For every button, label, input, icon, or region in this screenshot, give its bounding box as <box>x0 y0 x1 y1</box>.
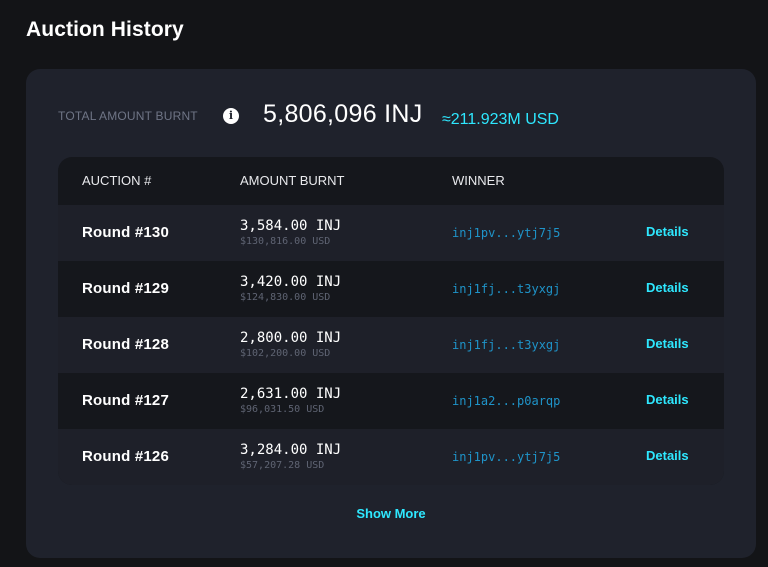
round-number: Round #130 <box>82 224 170 241</box>
round-number: Round #129 <box>82 280 170 297</box>
page-title: Auction History <box>26 18 184 41</box>
amount-usd: $124,830.00 USD <box>240 292 331 303</box>
amount-usd: $102,200.00 USD <box>240 348 331 359</box>
round-number: Round #126 <box>82 448 170 465</box>
table-row: Round #129 3,420.00 INJ $124,830.00 USD … <box>58 261 724 317</box>
amount-usd: $57,207.28 USD <box>240 460 325 471</box>
table-row: Round #128 2,800.00 INJ $102,200.00 USD … <box>58 317 724 373</box>
amount-usd: $130,816.00 USD <box>240 236 331 247</box>
auction-table: AUCTION # AMOUNT BURNT WINNER Round #130… <box>58 157 724 485</box>
total-burnt-summary: TOTAL AMOUNT BURNT i 5,806,096 INJ ≈211.… <box>58 99 738 139</box>
amount-burnt: 2,800.00 INJ <box>240 330 342 346</box>
amount-burnt: 3,284.00 INJ <box>240 442 342 458</box>
winner-address-link[interactable]: inj1fj...t3yxgj <box>452 282 560 296</box>
winner-address-link[interactable]: inj1pv...ytj7j5 <box>452 226 560 240</box>
winner-address-link[interactable]: inj1a2...p0arqp <box>452 394 560 408</box>
round-number: Round #127 <box>82 392 170 409</box>
table-row: Round #127 2,631.00 INJ $96,031.50 USD i… <box>58 373 724 429</box>
details-button[interactable]: Details <box>646 392 689 407</box>
winner-address-link[interactable]: inj1pv...ytj7j5 <box>452 450 560 464</box>
amount-burnt: 3,584.00 INJ <box>240 218 342 234</box>
info-icon[interactable]: i <box>223 108 239 124</box>
total-burnt-value: 5,806,096 INJ <box>263 100 423 128</box>
total-burnt-usd: ≈211.923M USD <box>442 111 559 128</box>
details-button[interactable]: Details <box>646 336 689 351</box>
total-burnt-label: TOTAL AMOUNT BURNT <box>58 109 198 123</box>
header-auction: AUCTION # <box>82 173 152 188</box>
round-number: Round #128 <box>82 336 170 353</box>
header-winner: WINNER <box>452 173 505 188</box>
table-row: Round #130 3,584.00 INJ $130,816.00 USD … <box>58 205 724 261</box>
table-row: Round #126 3,284.00 INJ $57,207.28 USD i… <box>58 429 724 485</box>
auction-history-panel: TOTAL AMOUNT BURNT i 5,806,096 INJ ≈211.… <box>26 69 756 558</box>
amount-burnt: 3,420.00 INJ <box>240 274 342 290</box>
winner-address-link[interactable]: inj1fj...t3yxgj <box>452 338 560 352</box>
details-button[interactable]: Details <box>646 224 689 239</box>
header-amount-burnt: AMOUNT BURNT <box>240 173 345 188</box>
details-button[interactable]: Details <box>646 280 689 295</box>
table-header: AUCTION # AMOUNT BURNT WINNER <box>58 157 724 205</box>
amount-burnt: 2,631.00 INJ <box>240 386 342 402</box>
table-body: Round #130 3,584.00 INJ $130,816.00 USD … <box>58 205 724 485</box>
details-button[interactable]: Details <box>646 448 689 463</box>
show-more-button[interactable]: Show More <box>26 506 756 521</box>
amount-usd: $96,031.50 USD <box>240 404 325 415</box>
